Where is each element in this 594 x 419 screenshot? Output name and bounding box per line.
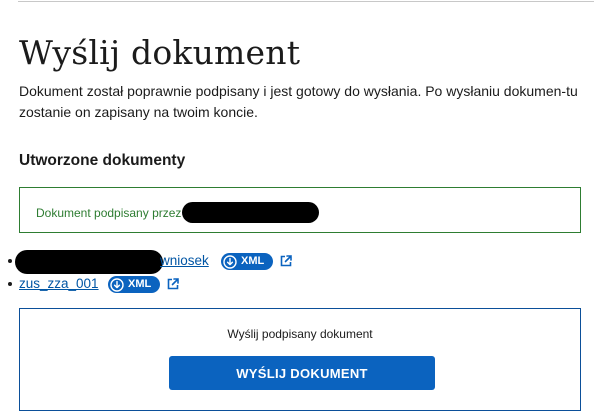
external-link-icon[interactable] <box>166 277 180 291</box>
xml-badge-label: XML <box>128 278 152 290</box>
top-divider <box>18 1 594 2</box>
document-link[interactable]: zus_zza_001 <box>19 276 99 292</box>
redacted-signer-name <box>182 202 319 223</box>
redacted-document-name <box>15 250 163 274</box>
bullet <box>8 259 12 263</box>
download-icon <box>110 277 124 292</box>
send-label: Wyślij podpisany dokument <box>227 327 373 341</box>
xml-badge-label: XML <box>241 255 265 267</box>
external-link-icon[interactable] <box>279 254 293 268</box>
xml-download-button[interactable]: XML <box>221 253 274 270</box>
page-title: Wyślij dokument <box>19 33 301 72</box>
send-document-panel: Wyślij podpisany dokument WYŚLIJ DOKUMEN… <box>19 308 581 411</box>
intro-text-content: Dokument został poprawnie podpisany i je… <box>19 83 578 120</box>
documents-heading: Utworzone dokumenty <box>19 152 186 169</box>
intro-text: Dokument został poprawnie podpisany i je… <box>19 81 585 123</box>
download-icon <box>223 254 237 269</box>
signed-status-text: Dokument podpisany przez <box>36 206 182 220</box>
bullet <box>8 282 12 286</box>
document-link[interactable]: wniosek <box>160 253 209 269</box>
xml-download-button[interactable]: XML <box>108 276 161 293</box>
signed-status-alert: Dokument podpisany przez <box>19 187 581 233</box>
send-document-button[interactable]: WYŚLIJ DOKUMENT <box>169 356 435 390</box>
